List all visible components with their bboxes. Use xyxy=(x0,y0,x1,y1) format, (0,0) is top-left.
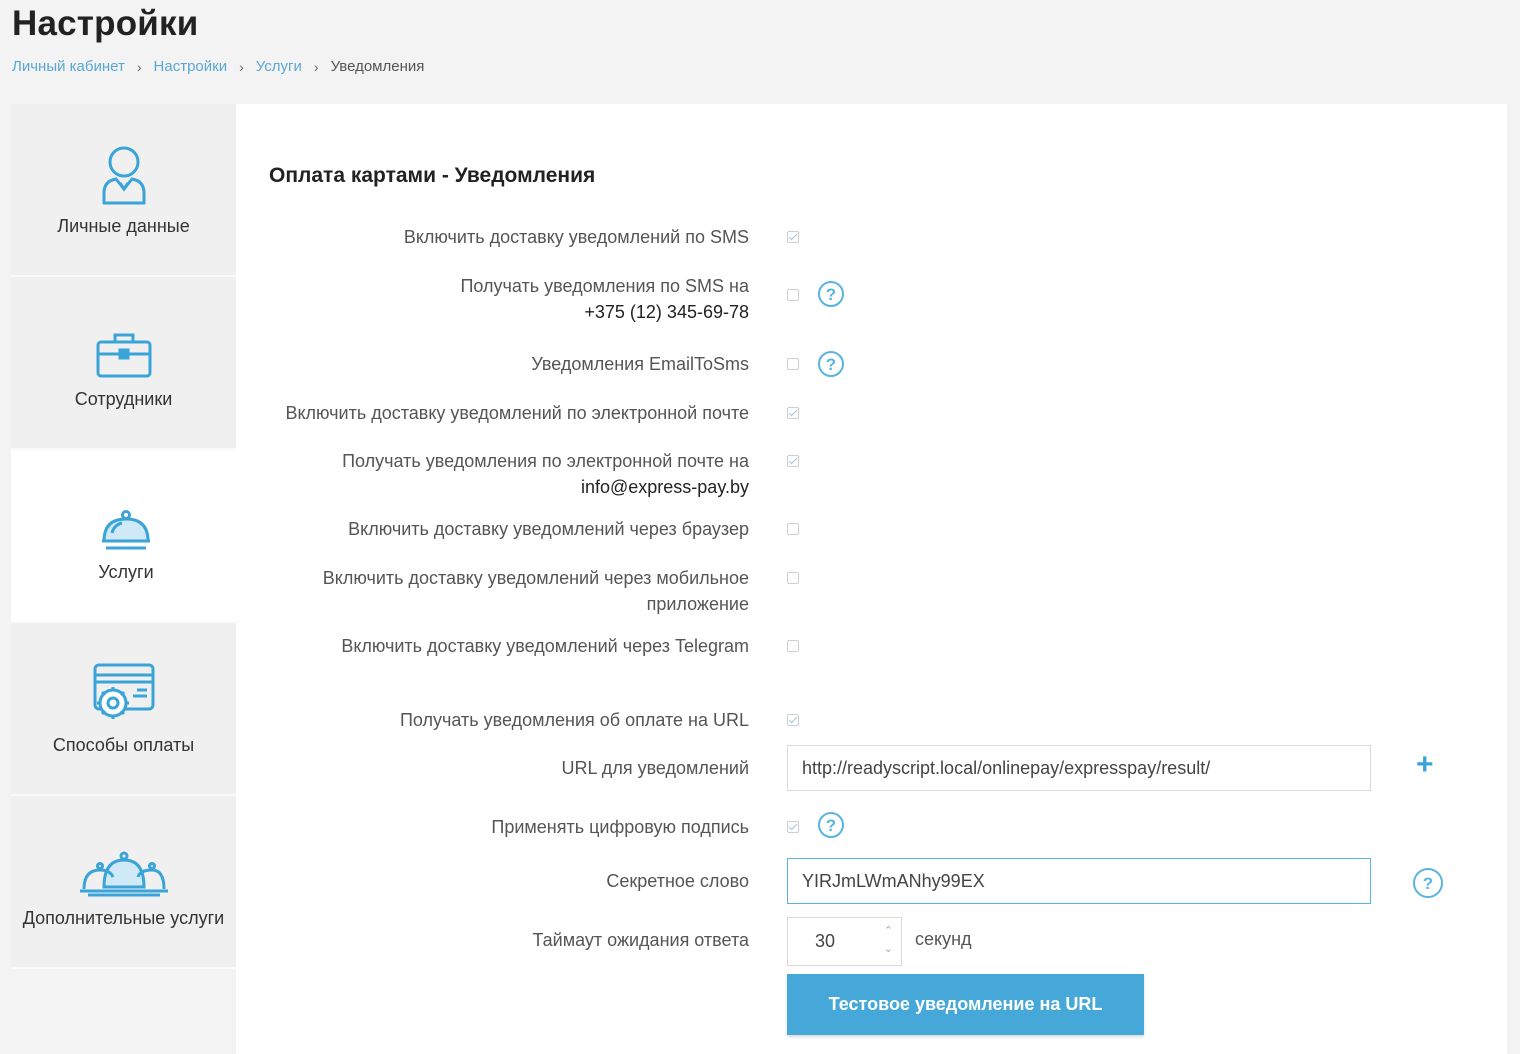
help-icon[interactable]: ? xyxy=(818,351,844,377)
email-delivery-label: Включить доставку уведомлений по электро… xyxy=(285,403,749,423)
email-to-sms-checkbox[interactable] xyxy=(787,358,799,370)
email-receive-label-text: Получать уведомления по электронной почт… xyxy=(342,451,749,471)
browser-delivery-checkbox[interactable] xyxy=(787,523,799,535)
user-icon xyxy=(100,141,148,205)
url-receive-label: Получать уведомления об оплате на URL xyxy=(399,710,749,730)
sidebar-item-label: Услуги xyxy=(98,561,154,582)
sidebar-item-label: Дополнительные услуги xyxy=(22,907,225,928)
mobile-delivery-label-line2: приложение xyxy=(646,594,749,614)
breadcrumb: Личный кабинет › Настройки › Услуги › Ув… xyxy=(12,58,424,75)
sms-phone-number: +375 (12) 345-69-78 xyxy=(584,302,749,322)
timeout-number-input[interactable]: 30 ⌃ ⌄ xyxy=(787,917,902,966)
help-icon[interactable]: ? xyxy=(1413,868,1443,898)
test-url-notification-button[interactable]: Тестовое уведомление на URL xyxy=(787,974,1144,1035)
help-icon[interactable]: ? xyxy=(818,281,844,307)
digital-signature-label: Применять цифровую подпись xyxy=(491,817,749,837)
cloche-icon xyxy=(100,487,152,551)
notification-url-input[interactable] xyxy=(787,745,1371,791)
url-field-label: URL для уведомлений xyxy=(561,758,749,778)
sidebar-item-employees[interactable]: Сотрудники xyxy=(11,277,236,450)
breadcrumb-link-settings[interactable]: Настройки xyxy=(154,58,228,75)
sidebar-item-label: Личные данные xyxy=(57,215,190,236)
breadcrumb-chevron-icon: › xyxy=(313,58,319,75)
settings-panel: Оплата картами - Уведомления Включить до… xyxy=(236,104,1507,1054)
secret-word-input[interactable] xyxy=(787,858,1371,904)
email-delivery-checkbox[interactable] xyxy=(787,407,799,419)
digital-signature-checkbox[interactable] xyxy=(787,821,799,833)
section-title: Оплата картами - Уведомления xyxy=(269,164,596,187)
breadcrumb-link-services[interactable]: Услуги xyxy=(256,58,302,75)
email-to-sms-label: Уведомления EmailToSms xyxy=(531,354,749,374)
sms-receive-label: Получать уведомления по SMS на +375 (12)… xyxy=(460,273,749,325)
sidebar-item-payment-methods[interactable]: Способы оплаты xyxy=(11,623,236,796)
timeout-value: 30 xyxy=(815,931,836,951)
sidebar-item-services[interactable]: Услуги xyxy=(11,450,241,623)
timeout-unit: секунд xyxy=(915,929,972,949)
email-address: info@express-pay.by xyxy=(580,477,749,497)
sms-receive-label-text: Получать уведомления по SMS на xyxy=(460,276,749,296)
browser-delivery-label: Включить доставку уведомлений через брау… xyxy=(348,519,749,539)
stepper-arrows-icon[interactable]: ⌃ ⌄ xyxy=(884,922,893,958)
email-receive-checkbox[interactable] xyxy=(787,455,799,467)
timeout-label: Таймаут ожидания ответа xyxy=(532,930,749,950)
sms-delivery-checkbox[interactable] xyxy=(787,231,799,243)
mobile-delivery-label-line1: Включить доставку уведомлений через моби… xyxy=(322,568,749,588)
mobile-delivery-checkbox[interactable] xyxy=(787,572,799,584)
briefcase-icon xyxy=(96,314,152,378)
help-icon[interactable]: ? xyxy=(818,812,844,838)
sidebar-item-label: Сотрудники xyxy=(74,388,173,409)
url-receive-checkbox[interactable] xyxy=(787,714,799,726)
sms-receive-checkbox[interactable] xyxy=(787,289,799,301)
breadcrumb-link-account[interactable]: Личный кабинет xyxy=(12,58,125,75)
mobile-delivery-label: Включить доставку уведомлений через моби… xyxy=(323,565,749,617)
email-receive-label: Получать уведомления по электронной почт… xyxy=(342,448,749,500)
telegram-delivery-checkbox[interactable] xyxy=(787,640,799,652)
payment-settings-icon xyxy=(93,660,155,724)
telegram-delivery-label: Включить доставку уведомлений через Tele… xyxy=(341,636,749,656)
add-url-icon[interactable]: + xyxy=(1416,748,1434,782)
sidebar: Личные данные Сотрудники Услуги Способы … xyxy=(11,104,241,969)
page-title: Настройки xyxy=(12,4,199,43)
sms-delivery-label: Включить доставку уведомлений по SMS xyxy=(403,227,749,247)
multiple-cloche-icon xyxy=(78,833,170,897)
secret-word-label: Секретное слово xyxy=(606,871,749,891)
breadcrumb-chevron-icon: › xyxy=(239,58,244,75)
breadcrumb-chevron-icon: › xyxy=(136,58,142,75)
sidebar-item-label: Способы оплаты xyxy=(52,734,195,755)
sidebar-item-personal-data[interactable]: Личные данные xyxy=(11,104,236,277)
breadcrumb-current: Уведомления xyxy=(330,58,425,75)
sidebar-item-additional-services[interactable]: Дополнительные услуги xyxy=(11,796,236,969)
